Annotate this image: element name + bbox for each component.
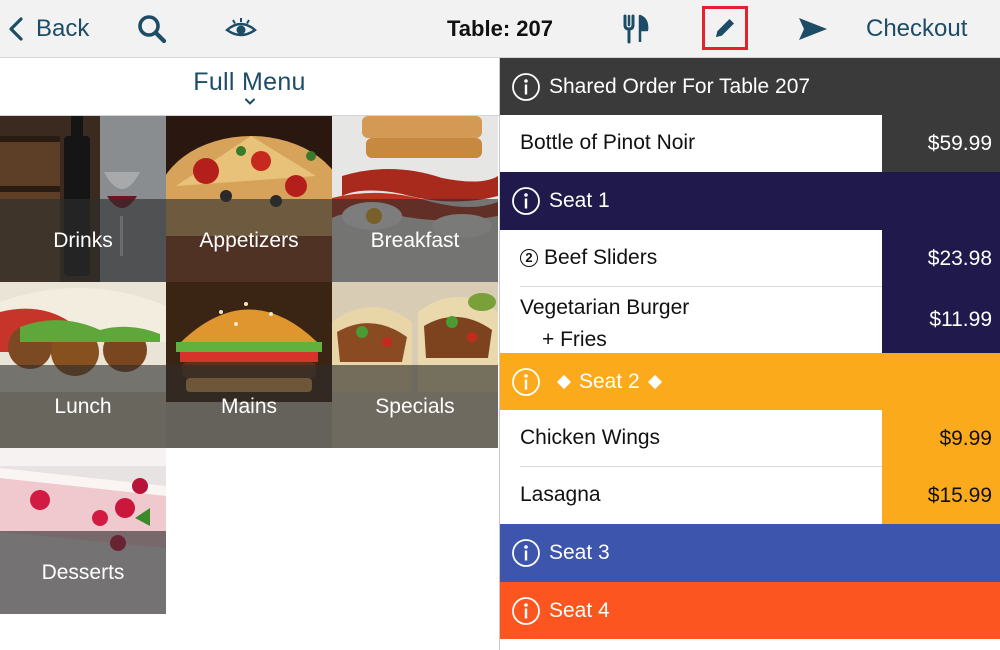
back-button[interactable]: Back	[4, 0, 89, 58]
shared-order-title: Shared Order For Table 207	[549, 74, 811, 98]
info-icon[interactable]	[511, 72, 541, 102]
order-item[interactable]: Lasagna $15.99	[500, 467, 1000, 524]
category-label-band: Drinks	[0, 199, 166, 282]
item-name: Chicken Wings	[520, 426, 661, 449]
menu-button[interactable]	[621, 0, 651, 58]
info-icon[interactable]	[511, 367, 541, 397]
category-label: Breakfast	[370, 228, 460, 252]
menu-panel: Full Menu Drinks Appetizers Breakfast Lu…	[0, 58, 499, 650]
item-price: $11.99	[882, 287, 1000, 353]
top-toolbar: Back Table: 207 Checkout	[0, 0, 1000, 58]
category-tile-drinks[interactable]: Drinks	[0, 116, 166, 282]
seat-label: Seat 3	[549, 541, 610, 564]
seat-3-header[interactable]: Seat 3	[500, 524, 1000, 582]
send-icon	[799, 18, 827, 40]
info-icon[interactable]	[511, 186, 541, 216]
seat-1-header[interactable]: Seat 1	[500, 172, 1000, 230]
item-price: $59.99	[882, 115, 1000, 172]
item-modifier: + Fries	[542, 328, 607, 351]
item-name-group: 2 Beef Sliders	[520, 246, 657, 270]
chevron-down-icon	[244, 98, 255, 105]
category-label-band: Mains	[166, 365, 332, 448]
category-label-band: Specials	[332, 365, 498, 448]
item-name: Vegetarian Burger	[520, 296, 690, 319]
selected-diamond-icon	[647, 374, 662, 389]
view-button[interactable]	[224, 0, 258, 58]
category-tile-breakfast[interactable]: Breakfast	[332, 116, 498, 282]
eye-icon	[225, 18, 257, 37]
category-label: Desserts	[41, 560, 125, 584]
order-item[interactable]: Chicken Wings $9.99	[500, 410, 1000, 467]
category-tile-mains[interactable]: Mains	[166, 282, 332, 448]
back-label: Back	[36, 15, 90, 42]
search-icon	[138, 15, 167, 44]
category-tile-appetizers[interactable]: Appetizers	[166, 116, 332, 282]
menu-title: Full Menu	[193, 67, 306, 96]
selected-diamond-icon	[556, 374, 572, 389]
chevron-left-icon	[9, 17, 23, 41]
category-tile-specials[interactable]: Specials	[332, 282, 498, 448]
order-item[interactable]: Vegetarian Burger + Fries $11.99	[500, 287, 1000, 353]
edit-button[interactable]	[702, 6, 748, 50]
seat-4-header[interactable]: Seat 4	[500, 582, 1000, 639]
item-price: $9.99	[882, 410, 1000, 467]
category-label-band: Appetizers	[166, 199, 332, 282]
search-button[interactable]	[136, 0, 168, 58]
send-button[interactable]	[797, 0, 829, 58]
item-name: Bottle of Pinot Noir	[520, 131, 696, 154]
category-label-band: Lunch	[0, 365, 166, 448]
order-item[interactable]: Bottle of Pinot Noir $59.99	[500, 115, 1000, 172]
quantity-badge: 2	[520, 248, 538, 267]
category-label: Specials	[375, 394, 455, 418]
order-item[interactable]: 2 Beef Sliders $23.98	[500, 230, 1000, 287]
pencil-icon	[716, 19, 734, 37]
seat-label: Seat 1	[549, 189, 610, 212]
category-label: Lunch	[54, 394, 112, 418]
category-label-band: Breakfast	[332, 199, 498, 282]
fork-knife-icon	[623, 14, 649, 44]
seat-label: Seat 4	[549, 598, 610, 622]
table-title: Table: 207	[447, 16, 553, 41]
category-label: Mains	[220, 394, 278, 418]
checkout-button[interactable]: Checkout	[866, 0, 967, 58]
menu-selector[interactable]: Full Menu	[0, 58, 499, 116]
order-panel: Shared Order For Table 207 Bottle of Pin…	[500, 58, 1000, 650]
category-tile-desserts[interactable]: Desserts	[0, 448, 166, 614]
item-name: Lasagna	[520, 483, 601, 506]
info-icon[interactable]	[511, 538, 541, 568]
info-icon[interactable]	[511, 596, 541, 626]
category-label-band: Desserts	[0, 531, 166, 614]
seat-label: Seat 2	[579, 369, 640, 393]
category-label: Drinks	[53, 228, 113, 252]
item-price: $23.98	[882, 230, 1000, 287]
category-label: Appetizers	[199, 228, 299, 252]
seat-2-header[interactable]: Seat 2	[500, 353, 1000, 410]
category-tile-lunch[interactable]: Lunch	[0, 282, 166, 448]
shared-order-header[interactable]: Shared Order For Table 207	[500, 58, 1000, 115]
item-price: $15.99	[882, 467, 1000, 524]
item-name: Beef Sliders	[544, 246, 658, 269]
